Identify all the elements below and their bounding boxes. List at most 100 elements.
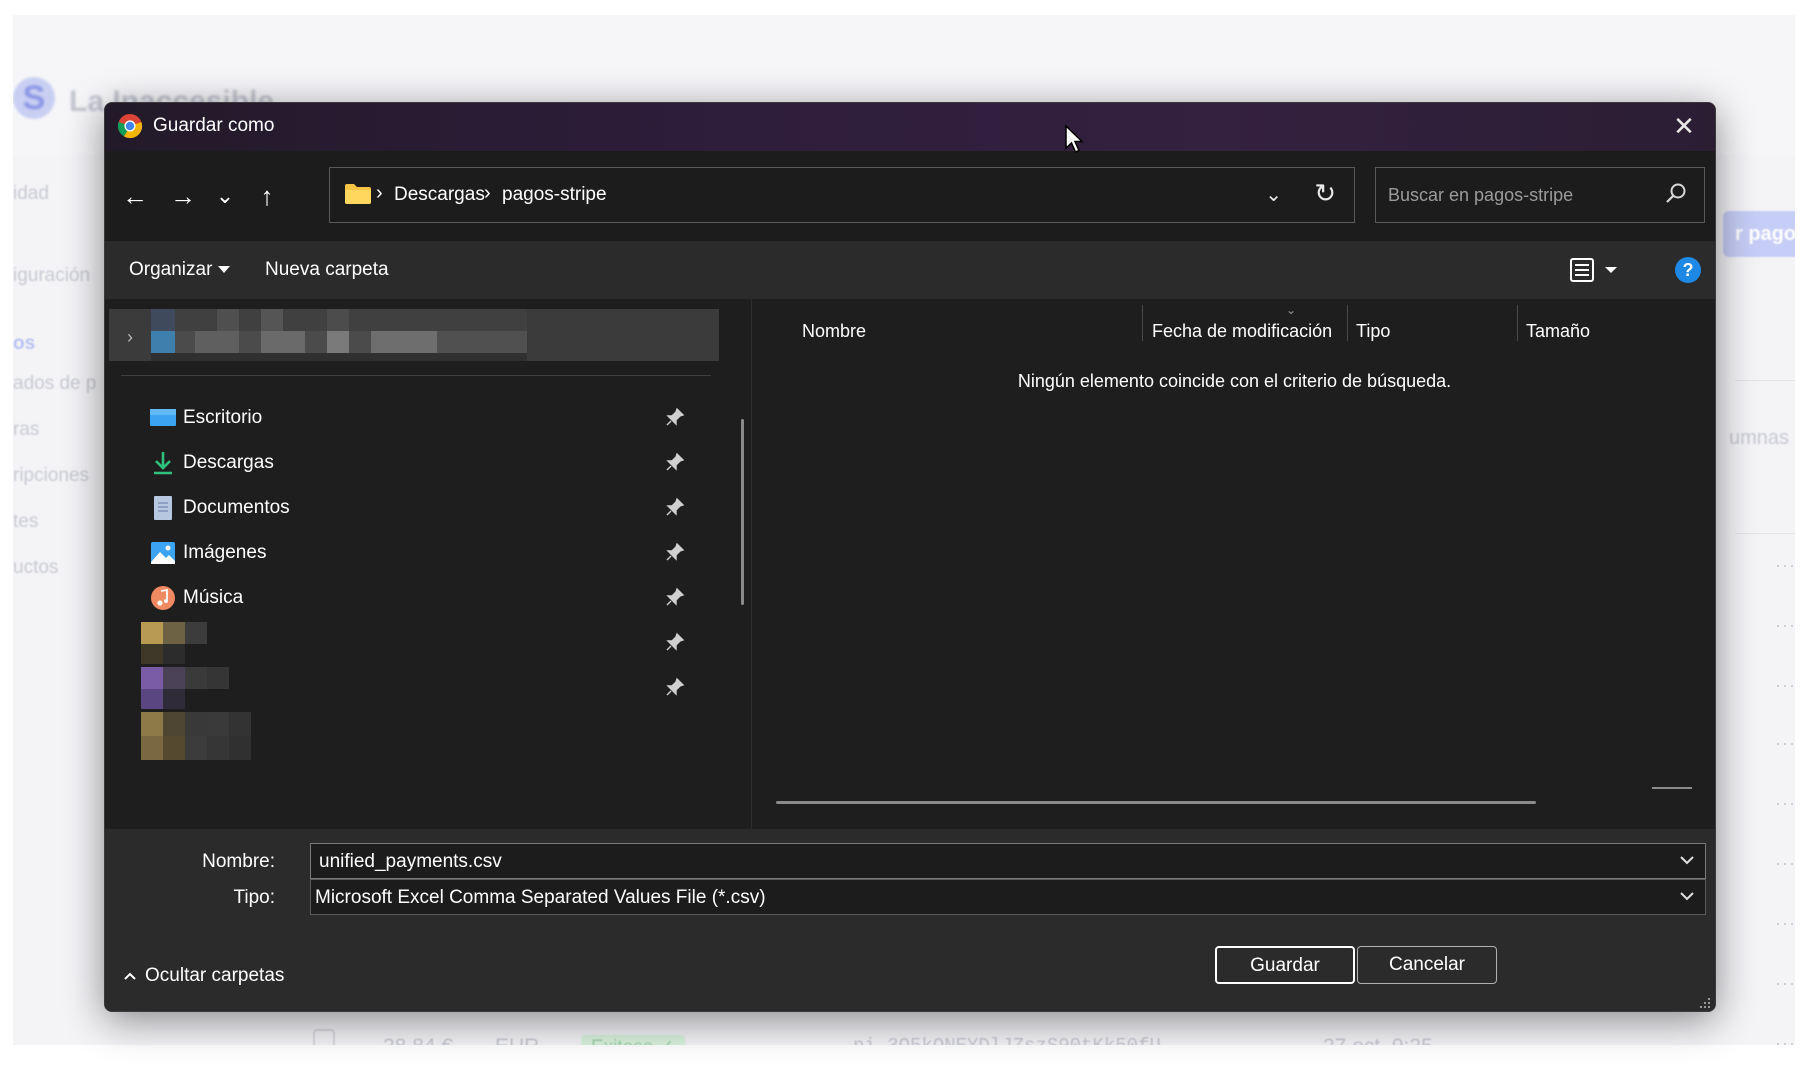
quick-access-imagenes[interactable]: Imágenes (149, 532, 719, 572)
navigation-bar: ← → ⌄ ↑ › Descargas › pagos-stripe ⌄ ↻ (105, 151, 1715, 241)
chrome-icon (117, 114, 143, 139)
quick-access-redacted-3[interactable] (141, 712, 719, 760)
pin-icon[interactable] (665, 452, 685, 472)
sidebar-item: ras (13, 419, 40, 440)
quick-access-label: Música (183, 587, 244, 608)
redacted-item-mosaic (141, 667, 229, 709)
filename-field[interactable]: unified_payments.csv (310, 843, 1706, 879)
view-options-icon[interactable] (1569, 255, 1623, 285)
pin-icon[interactable] (665, 587, 685, 607)
pin-icon[interactable] (665, 497, 685, 517)
column-divider[interactable] (1517, 305, 1518, 341)
scrollbar-thumb[interactable] (741, 419, 744, 605)
navigation-pane: › Escritorio Descargas Documentos Imágen… (105, 299, 735, 829)
back-arrow-icon[interactable]: ← (115, 177, 155, 217)
column-header-size[interactable]: Tamaño (1526, 321, 1590, 342)
chevron-down-icon[interactable] (1677, 850, 1697, 870)
quick-access-escritorio[interactable]: Escritorio (149, 397, 719, 437)
quick-access-label: Escritorio (183, 407, 263, 428)
quick-access-descargas[interactable]: Descargas (149, 442, 719, 482)
column-divider[interactable] (1142, 305, 1143, 341)
search-box[interactable] (1375, 167, 1705, 223)
column-divider[interactable] (1347, 305, 1348, 341)
up-arrow-icon[interactable]: ↑ (247, 177, 287, 217)
payment-date: 27 oct. 9:25 (1323, 1035, 1433, 1045)
redacted-item-mosaic (141, 712, 251, 760)
row-menu-icon: ··· (1775, 973, 1795, 993)
quick-access-documentos[interactable]: Documentos (149, 487, 719, 527)
nav-pane-scrollbar[interactable] (735, 299, 751, 829)
nav-tree-selected-item[interactable]: › (109, 309, 719, 361)
chevron-up-icon (124, 972, 136, 980)
column-header-type[interactable]: Tipo (1356, 321, 1390, 342)
company-logo: S (13, 77, 55, 119)
refresh-icon[interactable]: ↻ (1314, 178, 1336, 209)
sidebar-item: uctos (13, 557, 59, 578)
organize-label: Organizar (129, 259, 213, 280)
dialog-title: Guardar como (153, 115, 275, 136)
row-menu-icon: ··· (1775, 913, 1795, 933)
search-icon[interactable] (1662, 180, 1690, 208)
hide-folders-toggle[interactable]: Ocultar carpetas (123, 965, 284, 987)
cancel-button[interactable]: Cancelar (1357, 946, 1497, 984)
horizontal-scrollbar[interactable] (776, 801, 1536, 804)
dropdown-caret-icon (218, 266, 231, 274)
row-menu-icon: ··· (1775, 555, 1795, 575)
documents-icon (154, 496, 172, 520)
payment-id: pi_3O5kQNEYDlJZszS90tKk50fU (853, 1035, 1161, 1045)
row-menu-icon: ··· (1775, 733, 1795, 753)
row-menu-icon: ··· (1775, 853, 1795, 873)
columns-button: umnas (1729, 427, 1790, 449)
row-menu-icon: ··· (1775, 1033, 1795, 1045)
quick-access-label: Documentos (183, 497, 290, 518)
row-divider (1735, 533, 1795, 534)
forward-arrow-icon[interactable]: → (163, 177, 203, 217)
sidebar-item: os (13, 333, 36, 354)
save-button[interactable]: Guardar (1215, 946, 1355, 984)
filename-value[interactable]: unified_payments.csv (319, 851, 502, 873)
search-input[interactable] (1388, 180, 1648, 210)
address-history-chevron-icon[interactable]: ⌄ (1265, 182, 1282, 207)
sidebar-item: idad (13, 183, 49, 204)
nav-pane-divider (121, 375, 711, 376)
sidebar-item: ripciones (13, 465, 90, 486)
sidebar-item: tes (13, 511, 39, 532)
images-icon (151, 542, 175, 564)
quick-access-musica[interactable]: Música (149, 577, 719, 617)
command-toolbar: Organizar Nueva carpeta ? (105, 241, 1715, 299)
close-button[interactable]: ✕ (1667, 111, 1701, 143)
quick-access-redacted-1[interactable] (141, 622, 719, 664)
dialog-titlebar[interactable]: Guardar como ✕ (105, 103, 1715, 151)
breadcrumb-pagos-stripe[interactable]: pagos-stripe (502, 184, 607, 206)
breadcrumb-descargas[interactable]: Descargas (394, 184, 485, 206)
downloads-icon (154, 452, 172, 475)
row-menu-icon: ··· (1775, 793, 1795, 813)
expand-chevron-icon[interactable]: › (127, 327, 133, 348)
chevron-down-icon[interactable] (1677, 886, 1697, 906)
pin-icon[interactable] (665, 542, 685, 562)
resize-grip-icon[interactable] (1699, 997, 1711, 1009)
pin-icon[interactable] (665, 677, 685, 697)
status-badge: Exitoso ✓ (581, 1035, 685, 1045)
filetype-value[interactable]: Microsoft Excel Comma Separated Values F… (315, 887, 766, 909)
folder-icon (345, 184, 371, 204)
pin-icon[interactable] (665, 632, 685, 652)
organize-button[interactable]: Organizar (129, 259, 231, 281)
file-list: Nombre ⌄ Fecha de modificación Tipo Tama… (751, 299, 1715, 829)
column-header-modified[interactable]: Fecha de modificación (1152, 321, 1332, 342)
redacted-item-mosaic (141, 622, 207, 664)
new-folder-button[interactable]: Nueva carpeta (265, 259, 389, 281)
column-header-name[interactable]: Nombre (802, 321, 866, 342)
recent-locations-chevron-icon[interactable]: ⌄ (205, 177, 245, 217)
sidebar-item: ados de p (13, 373, 97, 394)
quick-access-redacted-2[interactable] (141, 667, 719, 709)
help-icon[interactable]: ? (1675, 257, 1701, 283)
address-bar[interactable]: › Descargas › pagos-stripe ⌄ ↻ (329, 167, 1355, 223)
pin-icon[interactable] (665, 407, 685, 427)
payment-row: 28,84 € EUR Exitoso ✓ pi_3O5kQNEYDlJZszS… (313, 1027, 1773, 1045)
scrollbar-track-end (1652, 787, 1692, 789)
payment-currency: EUR (495, 1035, 539, 1045)
save-as-dialog: Guardar como ✕ ← → ⌄ ↑ › Descargas › pag… (104, 102, 1716, 1012)
row-menu-icon: ··· (1775, 675, 1795, 695)
filetype-select[interactable]: Microsoft Excel Comma Separated Values F… (310, 879, 1706, 915)
